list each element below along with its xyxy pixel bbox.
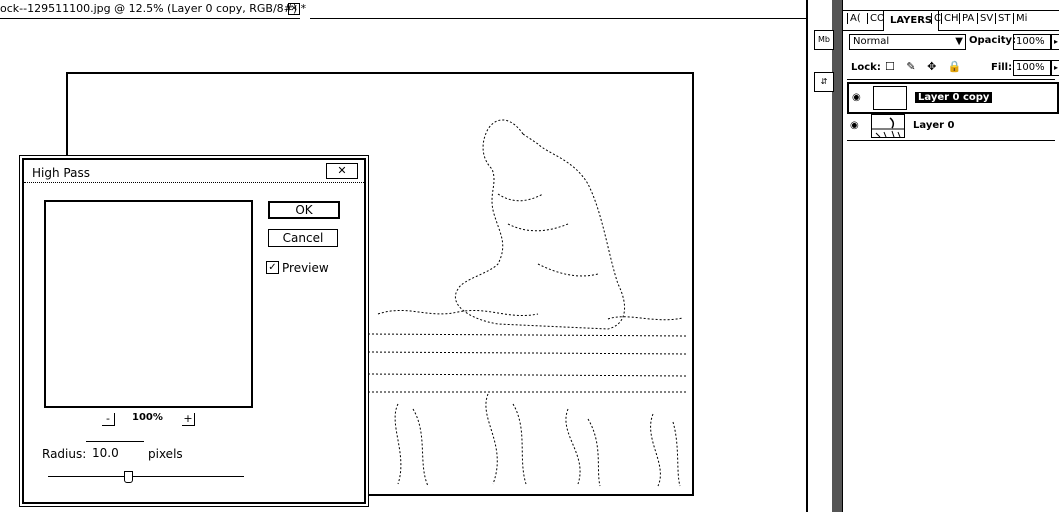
fill-label: Fill: (991, 62, 1013, 73)
opacity-label: Opacity: (969, 35, 1017, 46)
layer-name: Layer 0 (913, 120, 955, 131)
document-title: ock--129511100.jpg @ 12.5% (Layer 0 copy… (0, 2, 307, 15)
chevron-down-icon: ▼ (955, 36, 963, 47)
arrange-icon[interactable]: ⇵ (814, 72, 834, 92)
tab-mini[interactable]: Mi (1013, 13, 1029, 24)
tab-bar-line (310, 18, 806, 19)
close-document-icon[interactable]: ✕ (288, 3, 300, 15)
zoom-level: 100% (132, 412, 163, 423)
lock-icons[interactable]: ☐ ✎ ✥ 🔒 (885, 60, 965, 73)
divider (847, 79, 1055, 80)
radius-input[interactable]: 10.0 (86, 441, 144, 460)
layer-thumbnail (873, 86, 907, 110)
high-pass-dialog: High Pass ✕ - 100% + OK Cancel ✓ Preview… (22, 158, 366, 504)
layer-row-layer-0[interactable]: ◉ Layer 0 (847, 112, 1055, 140)
blend-mode-value: Normal (853, 36, 890, 47)
dialog-title: High Pass (32, 166, 90, 180)
fill-slider-arrow-icon[interactable]: ▸ (1051, 60, 1059, 76)
radius-unit: pixels (148, 447, 183, 461)
mini-bridge-icon[interactable]: Mb (814, 30, 834, 50)
preview-checkbox[interactable]: ✓ (266, 261, 279, 274)
filter-preview[interactable] (44, 200, 253, 408)
ok-button[interactable]: OK (268, 201, 340, 219)
dialog-close-icon[interactable]: ✕ (326, 163, 358, 179)
layer-name: Layer 0 copy (915, 92, 993, 103)
preview-label: Preview (282, 261, 329, 275)
blend-mode-select[interactable]: Normal ▼ (849, 34, 966, 50)
dialog-titlebar[interactable]: High Pass ✕ (24, 160, 364, 183)
tab-paths[interactable]: PA (959, 13, 976, 24)
tab-styles[interactable]: ST (995, 13, 1012, 24)
panel-dock: Mb ⇵ (806, 0, 842, 512)
zoom-out-button[interactable]: - (102, 413, 115, 426)
cancel-button[interactable]: Cancel (268, 229, 338, 247)
tab-adjustments[interactable]: A( (847, 13, 863, 24)
tab-channels[interactable]: CH (941, 13, 961, 24)
radius-label: Radius: (42, 447, 87, 461)
zoom-in-button[interactable]: + (182, 413, 195, 426)
opacity-input[interactable]: 100% (1013, 34, 1051, 50)
radius-slider[interactable] (48, 476, 244, 477)
panel-tabs: A( CO LAYERS C CH PA SV ST Mi (843, 10, 1059, 31)
document-tab[interactable]: ock--129511100.jpg @ 12.5% (Layer 0 copy… (0, 0, 306, 19)
divider (847, 140, 1055, 141)
radius-slider-thumb[interactable] (124, 471, 133, 483)
layer-thumbnail (871, 114, 905, 138)
opacity-slider-arrow-icon[interactable]: ▸ (1051, 34, 1059, 50)
eye-icon[interactable]: ◉ (852, 92, 861, 103)
person-outline (455, 119, 626, 330)
layer-thumbnail-image (872, 115, 904, 137)
layers-panel: A( CO LAYERS C CH PA SV ST Mi Normal ▼ O… (842, 0, 1059, 512)
layer-row-layer-0-copy[interactable]: ◉ Layer 0 copy (847, 82, 1059, 114)
fill-input[interactable]: 100% (1013, 60, 1051, 76)
lock-label: Lock: (851, 62, 881, 73)
eye-icon[interactable]: ◉ (850, 120, 859, 131)
tab-sv[interactable]: SV (977, 13, 995, 24)
